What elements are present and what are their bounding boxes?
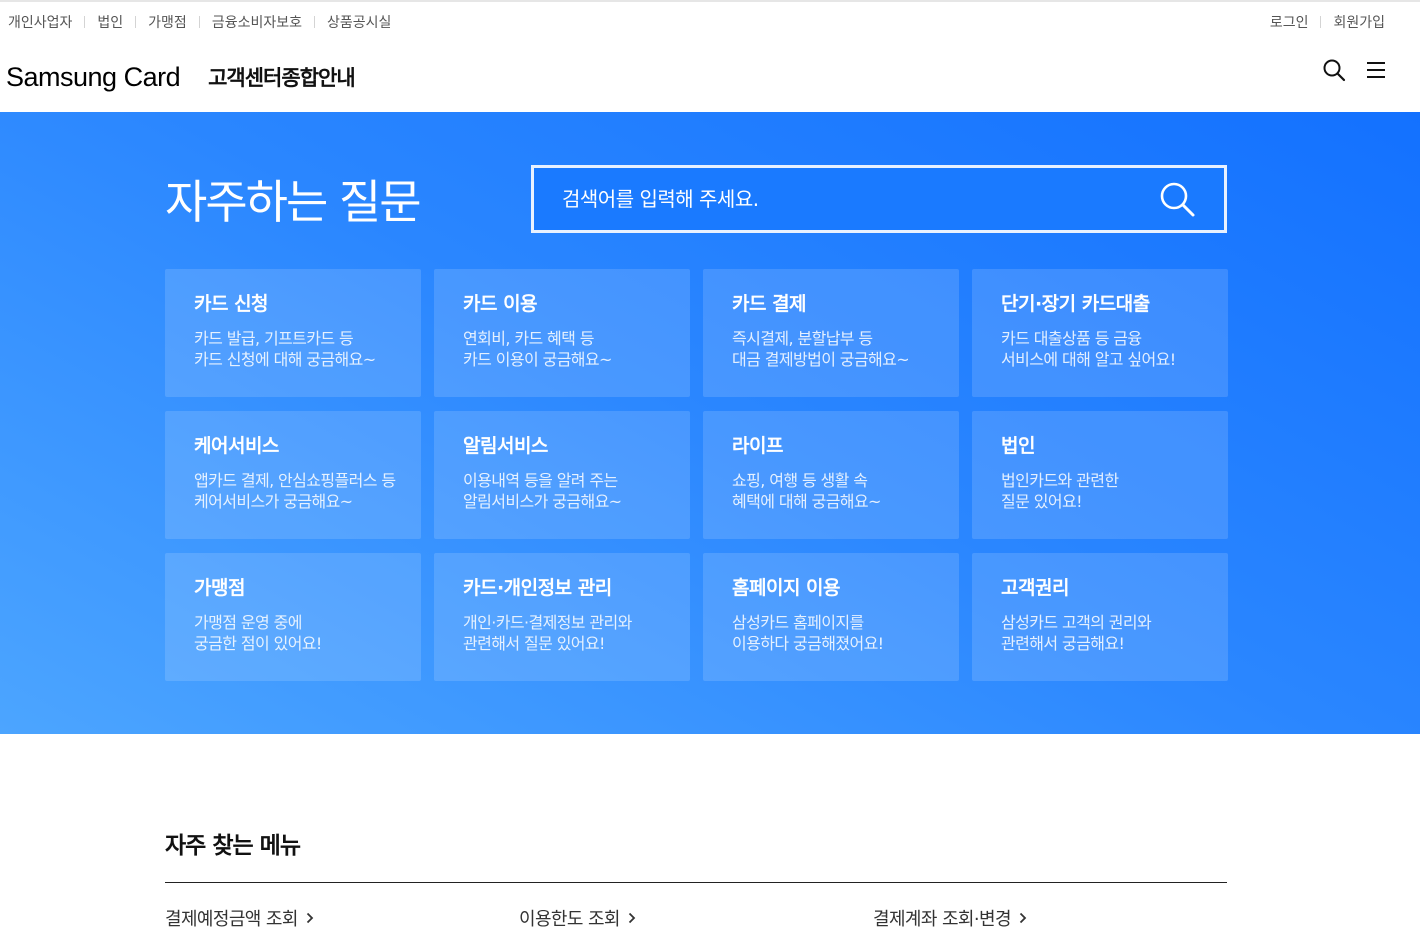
category-desc: 앱카드 결제, 안심쇼핑플러스 등 [194,471,396,490]
category-desc: 법인카드와 관련한 [1001,471,1119,490]
hamburger-menu-icon[interactable] [1364,58,1388,82]
faq-hero: 자주하는 질문 카드 신청 카드 발급, 기프트카드 등 카드 신청에 대해 궁… [0,112,1420,734]
category-desc: 관련해서 궁금해요! [1001,634,1125,653]
category-desc: 이용하다 궁금해졌어요! [732,634,884,653]
search-box [531,165,1227,233]
category-desc: 카드 이용이 궁금해요~ [463,350,612,369]
category-card-card-apply[interactable]: 카드 신청 카드 발급, 기프트카드 등 카드 신청에 대해 궁금해요~ [165,269,421,397]
category-desc: 즉시결제, 분할납부 등 [732,329,873,348]
service-title[interactable]: 고객센터종합안내 [208,62,356,92]
menu-item-label: 이용한도 조회 [519,909,620,930]
category-desc: 카드 대출상품 등 금융 [1001,329,1142,348]
category-title: 단기·장기 카드대출 [1001,293,1150,315]
category-desc: 삼성카드 홈페이지를 [732,613,864,632]
menu-item-label: 결제예정금액 조회 [165,909,298,930]
chevron-right-icon [628,912,636,924]
category-card-privacy[interactable]: 카드·개인정보 관리 개인·카드·결제정보 관리와 관련해서 질문 있어요! [434,553,690,681]
samsung-card-logo[interactable]: Samsung Card [6,62,181,93]
category-desc: 궁금한 점이 있어요! [194,634,322,653]
category-card-card-payment[interactable]: 카드 결제 즉시결제, 분할납부 등 대금 결제방법이 궁금해요~ [703,269,959,397]
link-consumer-protection[interactable]: 금융소비자보호 [212,12,302,32]
category-card-corporate[interactable]: 법인 법인카드와 관련한 질문 있어요! [972,411,1228,539]
category-title: 라이프 [732,435,783,457]
category-card-customer-rights[interactable]: 고객권리 삼성카드 고객의 권리와 관련해서 궁금해요! [972,553,1228,681]
link-corporate[interactable]: 법인 [97,12,123,32]
category-title: 카드·개인정보 관리 [463,577,612,599]
menu-item-label: 결제계좌 조회·변경 [873,909,1012,930]
category-title: 가맹점 [194,577,245,599]
signup-link[interactable]: 회원가입 [1333,12,1385,32]
link-product-disclosure[interactable]: 상품공시실 [327,12,391,32]
category-title: 카드 신청 [194,293,269,315]
category-title: 고객권리 [1001,577,1069,599]
divider [313,16,315,28]
search-input[interactable] [562,187,1158,211]
segment-links: 개인사업자 법인 가맹점 금융소비자보호 상품공시실 [8,12,391,32]
category-title: 법인 [1001,435,1035,457]
frequent-menu-item[interactable]: 이용한도 조회 [519,905,873,931]
category-card-merchant[interactable]: 가맹점 가맹점 운영 중에 궁금한 점이 있어요! [165,553,421,681]
top-utility-bar: 개인사업자 법인 가맹점 금융소비자보호 상품공시실 로그인 회원가입 [0,0,1420,42]
category-desc: 케어서비스가 궁금해요~ [194,492,353,511]
link-merchant[interactable]: 가맹점 [148,12,187,32]
category-card-care-service[interactable]: 케어서비스 앱카드 결제, 안심쇼핑플러스 등 케어서비스가 궁금해요~ [165,411,421,539]
login-link[interactable]: 로그인 [1270,12,1309,32]
section-title: 자주 찾는 메뉴 [165,833,301,859]
category-desc: 삼성카드 고객의 권리와 [1001,613,1152,632]
category-card-life[interactable]: 라이프 쇼핑, 여행 등 생활 속 혜택에 대해 궁금해요~ [703,411,959,539]
category-title: 홈페이지 이용 [732,577,841,599]
category-title: 카드 결제 [732,293,807,315]
page-title: 자주하는 질문 [165,175,422,229]
frequent-menu-item[interactable]: 결제예정금액 조회 [165,905,519,931]
category-desc: 질문 있어요! [1001,492,1083,511]
category-desc: 이용내역 등을 알려 주는 [463,471,618,490]
category-desc: 카드 발급, 기프트카드 등 [194,329,354,348]
divider [135,16,137,28]
category-title: 알림서비스 [463,435,548,457]
chevron-right-icon [306,912,314,924]
category-title: 케어서비스 [194,435,279,457]
divider [1320,16,1322,28]
frequent-menu-section: 자주 찾는 메뉴 결제예정금액 조회 이용한도 조회 결제계좌 조회·변경 [165,826,1227,931]
category-title: 카드 이용 [463,293,538,315]
frequent-menu-list: 결제예정금액 조회 이용한도 조회 결제계좌 조회·변경 [165,905,1227,931]
category-desc: 서비스에 대해 알고 싶어요! [1001,350,1176,369]
category-desc: 혜택에 대해 궁금해요~ [732,492,881,511]
nav-icons [1322,58,1388,82]
divider [84,16,86,28]
frequent-menu-item[interactable]: 결제계좌 조회·변경 [873,905,1227,931]
category-grid: 카드 신청 카드 발급, 기프트카드 등 카드 신청에 대해 궁금해요~ 카드 … [165,269,1228,681]
search-icon[interactable] [1158,180,1196,218]
section-divider [165,882,1227,883]
divider [198,16,200,28]
global-nav: Samsung Card 고객센터종합안내 [0,42,1420,112]
user-links: 로그인 회원가입 [1270,12,1385,32]
category-card-homepage[interactable]: 홈페이지 이용 삼성카드 홈페이지를 이용하다 궁금해졌어요! [703,553,959,681]
chevron-right-icon [1019,912,1027,924]
category-card-card-loan[interactable]: 단기·장기 카드대출 카드 대출상품 등 금융 서비스에 대해 알고 싶어요! [972,269,1228,397]
category-desc: 가맹점 운영 중에 [194,613,302,632]
category-desc: 쇼핑, 여행 등 생활 속 [732,471,868,490]
category-desc: 대금 결제방법이 궁금해요~ [732,350,910,369]
category-desc: 카드 신청에 대해 궁금해요~ [194,350,376,369]
category-desc: 관련해서 질문 있어요! [463,634,605,653]
category-desc: 알림서비스가 궁금해요~ [463,492,622,511]
category-desc: 개인·카드·결제정보 관리와 [463,613,632,632]
category-card-alert-service[interactable]: 알림서비스 이용내역 등을 알려 주는 알림서비스가 궁금해요~ [434,411,690,539]
category-card-card-usage[interactable]: 카드 이용 연회비, 카드 혜택 등 카드 이용이 궁금해요~ [434,269,690,397]
category-desc: 연회비, 카드 혜택 등 [463,329,595,348]
search-icon[interactable] [1322,58,1346,82]
link-individual-business[interactable]: 개인사업자 [8,12,72,32]
